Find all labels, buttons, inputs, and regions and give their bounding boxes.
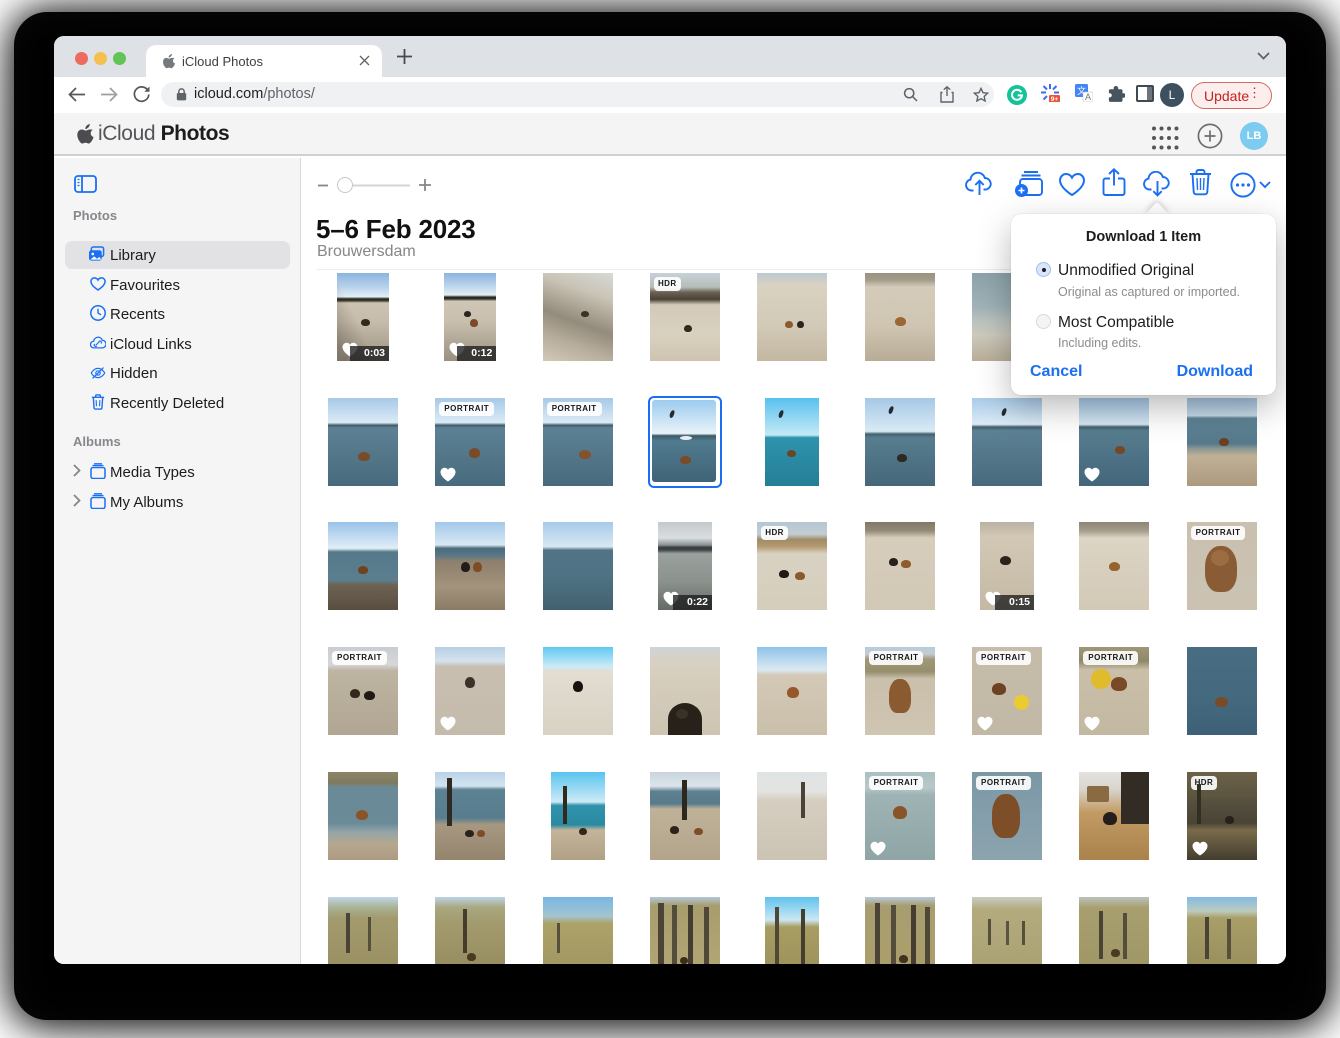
- svg-text:A: A: [1085, 92, 1091, 102]
- svg-text:9+: 9+: [1051, 96, 1059, 102]
